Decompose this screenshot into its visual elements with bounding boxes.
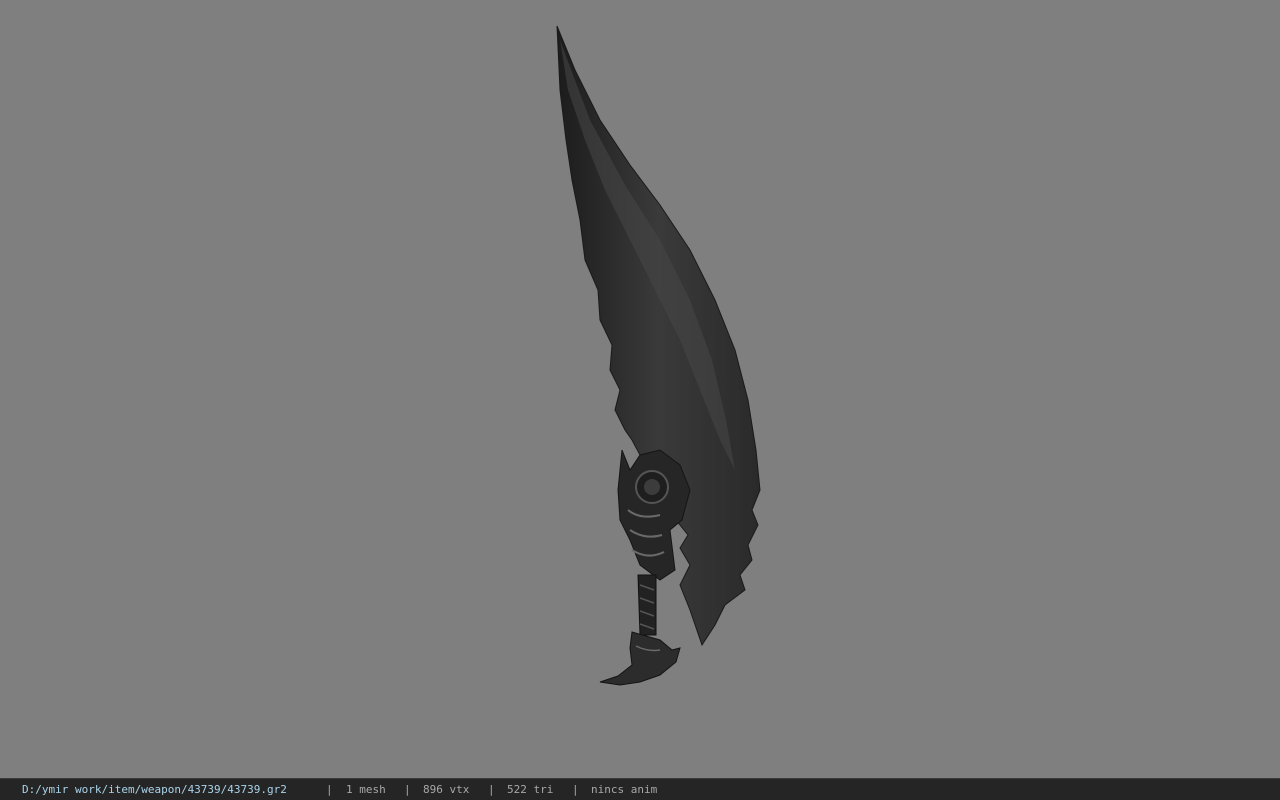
separator: | xyxy=(404,783,411,796)
weapon-mesh-icon xyxy=(556,25,761,686)
3d-viewport[interactable] xyxy=(0,0,1280,778)
file-path: D:/ymir work/item/weapon/43739/43739.gr2 xyxy=(22,783,287,796)
separator: | xyxy=(326,783,333,796)
separator: | xyxy=(488,783,495,796)
mesh-count: 1 mesh xyxy=(346,783,386,796)
status-bar: D:/ymir work/item/weapon/43739/43739.gr2… xyxy=(0,778,1280,800)
animation-status: nincs anim xyxy=(591,783,658,796)
separator: | xyxy=(572,783,579,796)
hilt-guard xyxy=(617,449,691,581)
pommel xyxy=(599,631,681,686)
vertex-count: 896 vtx xyxy=(423,783,470,796)
triangle-count: 522 tri xyxy=(507,783,554,796)
